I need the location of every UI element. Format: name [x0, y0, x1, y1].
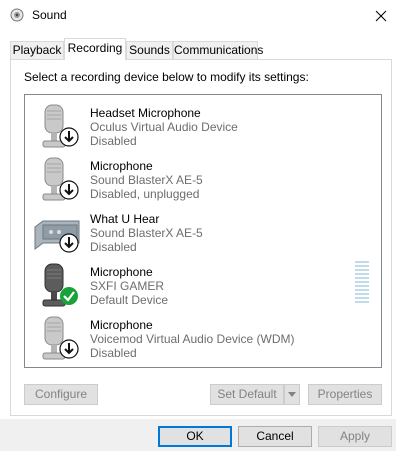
- close-button[interactable]: [366, 0, 396, 31]
- configure-button[interactable]: Configure: [24, 384, 98, 405]
- level-meter-segment: [355, 273, 369, 275]
- device-driver: Sound BlasterX AE-5: [90, 173, 203, 187]
- level-meter-segment: [355, 281, 369, 283]
- down-arrow-badge-icon: [59, 339, 79, 359]
- device-status: Disabled: [90, 240, 137, 254]
- set-default-button[interactable]: Set Default: [210, 384, 284, 405]
- device-item[interactable]: What U Hear Sound BlasterX AE-5 Disabled: [25, 203, 381, 256]
- set-default-dropdown-button[interactable]: [284, 384, 300, 405]
- level-meter-segment: [355, 265, 369, 267]
- window-title: Sound: [32, 8, 67, 22]
- device-status: Disabled: [90, 346, 137, 360]
- green-check-badge-icon: [60, 287, 78, 305]
- device-item[interactable]: Headset Microphone Oculus Virtual Audio …: [25, 97, 381, 150]
- properties-button[interactable]: Properties: [308, 384, 382, 405]
- level-meter-segment: [355, 261, 369, 263]
- down-arrow-badge-icon: [59, 233, 79, 253]
- device-status: Default Device: [90, 293, 169, 307]
- device-list[interactable]: Headset Microphone Oculus Virtual Audio …: [24, 94, 382, 368]
- cancel-button[interactable]: Cancel: [238, 426, 312, 447]
- device-driver: Voicemod Virtual Audio Device (WDM): [90, 332, 295, 346]
- level-meter-segment: [355, 269, 369, 271]
- tab-communications[interactable]: Communications: [173, 41, 263, 59]
- device-name: Microphone: [90, 318, 153, 332]
- device-name: Microphone: [90, 159, 153, 173]
- device-item[interactable]: Microphone Sound BlasterX AE-5 Disabled,…: [25, 150, 381, 203]
- down-arrow-badge-icon: [59, 127, 79, 147]
- level-meter-segment: [355, 285, 369, 287]
- device-driver: SXFI GAMER: [90, 279, 165, 293]
- apply-button[interactable]: Apply: [318, 426, 392, 447]
- level-meter-segment: [355, 301, 369, 303]
- down-arrow-badge-icon: [59, 180, 79, 200]
- tab-playback[interactable]: Playback: [10, 41, 64, 59]
- tab-recording[interactable]: Recording: [64, 38, 126, 60]
- level-meter-segment: [355, 277, 369, 279]
- close-icon: [375, 10, 387, 21]
- device-status: Disabled: [90, 134, 137, 148]
- level-meter-segment: [355, 293, 369, 295]
- chevron-down-icon: [288, 392, 296, 397]
- ok-button[interactable]: OK: [158, 426, 232, 447]
- speaker-icon: [10, 8, 24, 22]
- instruction-text: Select a recording device below to modif…: [24, 70, 309, 84]
- device-name: Microphone: [90, 265, 153, 279]
- title-bar: Sound: [0, 0, 396, 31]
- level-meter: [355, 261, 369, 303]
- level-meter-segment: [355, 297, 369, 299]
- device-item[interactable]: Microphone SXFI GAMER Default Device: [25, 256, 381, 309]
- device-name: What U Hear: [90, 212, 160, 226]
- level-meter-segment: [355, 289, 369, 291]
- tab-sounds[interactable]: Sounds: [126, 41, 173, 59]
- device-driver: Sound BlasterX AE-5: [90, 226, 203, 240]
- device-driver: Oculus Virtual Audio Device: [90, 120, 238, 134]
- device-status: Disabled, unplugged: [90, 187, 200, 201]
- device-item[interactable]: Microphone Voicemod Virtual Audio Device…: [25, 309, 381, 362]
- device-name: Headset Microphone: [90, 106, 201, 120]
